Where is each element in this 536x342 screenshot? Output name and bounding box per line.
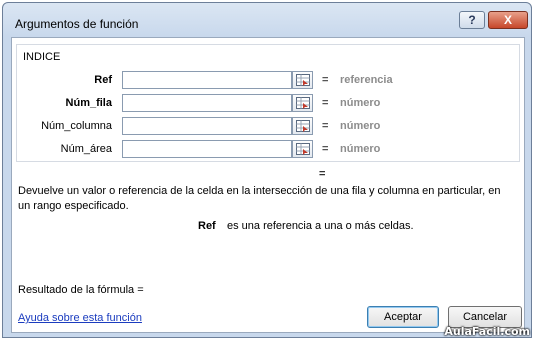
formula-result-label: Resultado de la fórmula = [18,284,144,296]
range-select-icon [295,97,310,109]
collapse-dialog-button[interactable] [292,71,313,89]
equals-sign: = [322,97,329,109]
argument-help-text: es una referencia a una o más celdas. [227,220,414,232]
argument-label: Ref [94,74,112,86]
argument-row-num-fila: Núm_fila = número [17,94,517,114]
function-help-link[interactable]: Ayuda sobre esta función [18,312,142,324]
dialog-body: INDICE Ref = referencia Núm_fila = númer… [11,37,525,333]
argument-row-num-columna: Núm_columna = número [17,117,517,137]
collapse-dialog-button[interactable] [292,94,313,112]
equals-sign: = [322,143,329,155]
title-bar[interactable]: Argumentos de función ? X [3,3,531,37]
close-icon: X [503,13,512,27]
argument-result: número [340,143,381,155]
num-area-input[interactable] [122,140,292,158]
range-select-icon [295,74,310,86]
watermark: AulaFacil.com [444,325,530,338]
range-select-icon [295,120,310,132]
function-description: Devuelve un valor o referencia de la cel… [18,185,501,212]
argument-result: número [340,97,381,109]
argument-result: número [340,120,381,132]
ref-input[interactable] [122,71,292,89]
arguments-group: INDICE Ref = referencia Núm_fila = númer… [16,44,520,162]
function-result: = [319,168,326,180]
num-columna-input[interactable] [122,117,292,135]
equals-sign: = [322,120,329,132]
argument-help-name: Ref [198,220,216,232]
function-arguments-dialog: Argumentos de función ? X INDICE Ref = r… [2,2,532,338]
argument-row-num-area: Núm_área = número [17,140,517,160]
equals-sign: = [322,74,329,86]
argument-result: referencia [340,74,393,86]
collapse-dialog-button[interactable] [292,140,313,158]
collapse-dialog-button[interactable] [292,117,313,135]
argument-label: Núm_columna [41,120,112,132]
argument-label: Núm_fila [65,97,112,109]
help-button[interactable]: ? [459,11,485,29]
question-mark-icon: ? [468,13,476,27]
argument-row-ref: Ref = referencia [17,71,517,91]
argument-label: Núm_área [60,143,112,155]
dialog-title: Argumentos de función [15,17,139,31]
ok-button[interactable]: Aceptar [367,306,439,328]
num-fila-input[interactable] [122,94,292,112]
range-select-icon [295,143,310,155]
function-name: INDICE [23,51,61,63]
close-button[interactable]: X [488,11,528,29]
